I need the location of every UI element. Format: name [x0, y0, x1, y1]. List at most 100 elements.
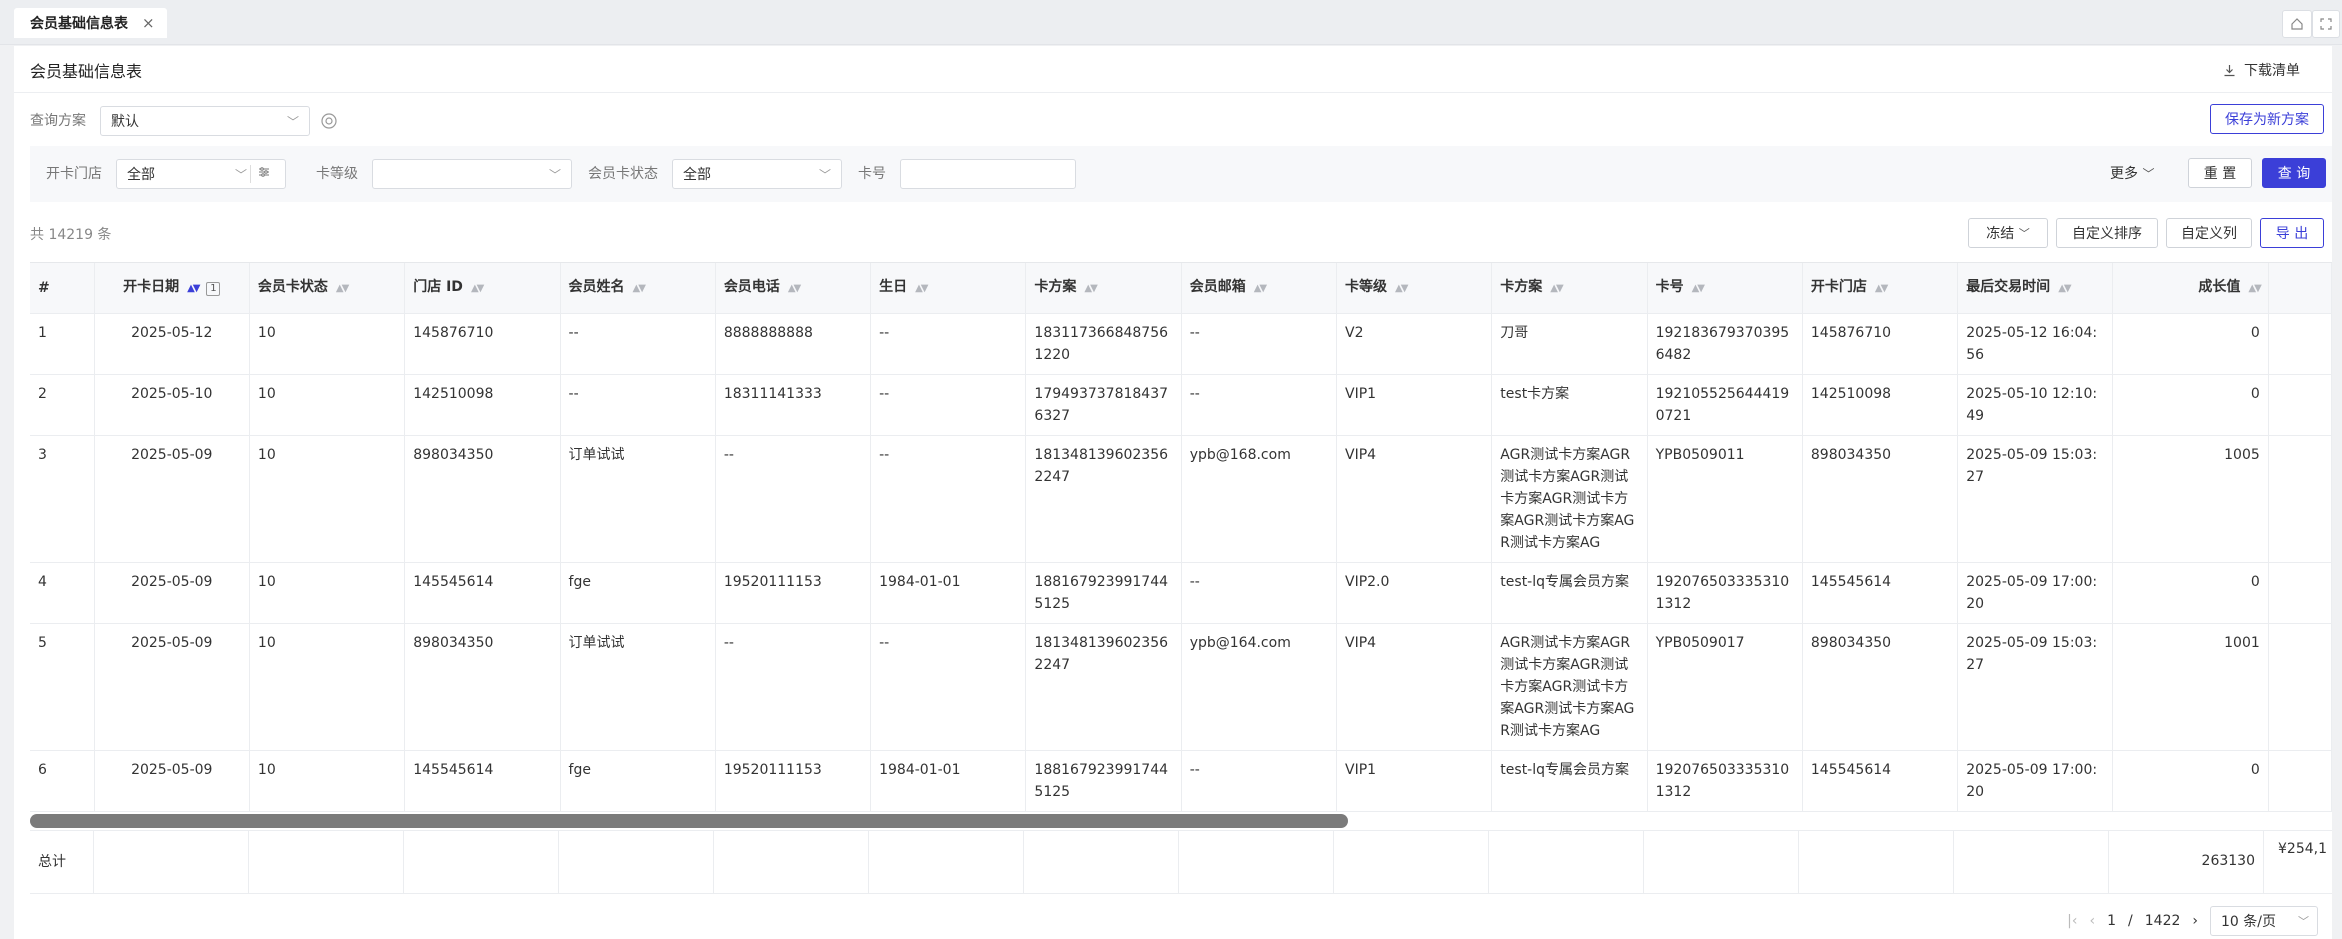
column-header[interactable]: 最后交易时间 ▲▼	[1957, 263, 2114, 314]
table-row[interactable]: 2 2025-05-10 10 142510098 -- 18311141333 -- 179…	[30, 374, 2332, 436]
level-filter-select[interactable]: ﹀	[372, 159, 572, 189]
home-icon[interactable]	[2282, 10, 2312, 38]
close-icon[interactable]: ×	[142, 14, 155, 32]
table-cell: --	[1181, 750, 1338, 812]
sort-icon[interactable]: ▲▼	[471, 283, 484, 294]
chevron-down-icon: ﹀	[818, 168, 831, 182]
table-cell: --	[870, 313, 1027, 375]
column-header[interactable]: 会员邮箱 ▲▼	[1181, 263, 1338, 314]
table-cell: 145876710	[404, 313, 561, 375]
table-row[interactable]: 1 2025-05-12 10 145876710 -- 8888888888 -- 1831…	[30, 313, 2332, 375]
save-new-scheme-button[interactable]: 保存为新方案	[2210, 104, 2324, 134]
sort-icon[interactable]: ▲▼	[1875, 283, 1888, 294]
freeze-button[interactable]: 冻结 ﹀	[1968, 218, 2048, 248]
table-cell: 2025-05-09 15:03:27	[1957, 435, 2114, 563]
table-row[interactable]: 5 2025-05-09 10 898034350 订单试试 -- -- 1813481396…	[30, 623, 2332, 751]
table-cell: 10	[249, 374, 406, 436]
column-header[interactable]: 卡号 ▲▼	[1647, 263, 1803, 314]
table-cell-overflow	[2268, 562, 2332, 624]
card-no-input[interactable]	[900, 159, 1076, 189]
more-filters-toggle[interactable]: 更多 ﹀	[2110, 163, 2154, 183]
column-header: #	[30, 263, 95, 314]
sort-icon[interactable]: ▲▼	[633, 283, 646, 294]
sort-icon[interactable]: ▲▼	[1084, 283, 1097, 294]
table-cell-overflow	[2268, 623, 2332, 751]
settings-icon[interactable]	[320, 112, 338, 134]
table-cell: 1881679239917445125	[1025, 750, 1182, 812]
sort-icon[interactable]: ▲▼	[788, 283, 801, 294]
table-row[interactable]: 3 2025-05-09 10 898034350 订单试试 -- -- 1813481396…	[30, 435, 2332, 563]
table-cell: 2025-05-10 12:10:49	[1957, 374, 2114, 436]
table-cell: VIP1	[1336, 750, 1493, 812]
chevron-down-icon: ﹀	[2298, 915, 2309, 928]
sort-icon[interactable]: ▲▼	[2248, 283, 2261, 294]
column-header[interactable]: 卡方案 ▲▼	[1025, 263, 1182, 314]
column-header[interactable]: 开卡日期 ▲▼ 1	[94, 263, 250, 314]
table-cell: YPB0509011	[1647, 435, 1803, 563]
table-cell: 4	[30, 562, 95, 624]
column-header[interactable]: 会员电话 ▲▼	[715, 263, 872, 314]
page-size-select[interactable]: 10 条/页 ﹀	[2210, 906, 2318, 936]
filter-options-icon[interactable]	[250, 165, 279, 183]
download-list-button[interactable]: 下载清单	[2223, 60, 2300, 80]
tab-member-info[interactable]: 会员基础信息表 ×	[14, 8, 167, 38]
table-cell: VIP2.0	[1336, 562, 1493, 624]
sort-icon[interactable]: ▲▼	[2058, 283, 2071, 294]
column-header[interactable]: 生日 ▲▼	[870, 263, 1027, 314]
table-row[interactable]: 6 2025-05-09 10 145545614 fge 19520111153 1984…	[30, 750, 2332, 812]
column-header[interactable]: 卡方案 ▲▼	[1491, 263, 1648, 314]
table-cell: 1920765033353101312	[1647, 750, 1803, 812]
prev-page-icon[interactable]: ‹	[2090, 913, 2096, 929]
column-header[interactable]: 卡等级 ▲▼	[1336, 263, 1493, 314]
current-page[interactable]: 1	[2107, 913, 2116, 929]
fullscreen-icon[interactable]	[2312, 10, 2340, 38]
column-header[interactable]: 会员卡状态 ▲▼	[249, 263, 406, 314]
column-header-overflow	[2268, 263, 2332, 314]
query-scheme-select[interactable]: 默认 ﹀	[100, 106, 310, 136]
table-cell: --	[560, 313, 716, 375]
table-cell: 2025-05-09	[94, 623, 250, 751]
table-cell: 3	[30, 435, 95, 563]
column-header[interactable]: 开卡门店 ▲▼	[1802, 263, 1959, 314]
query-scheme-label: 查询方案	[30, 113, 86, 129]
status-filter-select[interactable]: 全部 ﹀	[672, 159, 842, 189]
sort-icon[interactable]: ▲▼	[336, 283, 349, 294]
table-cell-overflow	[2268, 313, 2332, 375]
horizontal-scrollbar[interactable]	[30, 814, 1348, 828]
table-cell: 10	[249, 313, 406, 375]
sort-icon[interactable]: ▲▼	[187, 283, 200, 294]
table-cell: 6	[30, 750, 95, 812]
table-cell: 订单试试	[560, 435, 716, 563]
table-cell: ypb@168.com	[1181, 435, 1338, 563]
search-button[interactable]: 查 询	[2262, 158, 2326, 188]
column-header[interactable]: 成长值 ▲▼	[2112, 263, 2269, 314]
table-cell: 2025-05-12 16:04:56	[1957, 313, 2114, 375]
tab-label: 会员基础信息表	[30, 16, 128, 32]
table-cell: 10	[249, 435, 406, 563]
table-row[interactable]: 4 2025-05-09 10 145545614 fge 19520111153 1984…	[30, 562, 2332, 624]
table-cell: 1920765033353101312	[1647, 562, 1803, 624]
table-cell: 898034350	[404, 623, 561, 751]
column-header[interactable]: 门店 ID ▲▼	[404, 263, 561, 314]
store-filter-select[interactable]: 全部 ﹀	[116, 159, 286, 189]
sort-icon[interactable]: ▲▼	[1692, 283, 1705, 294]
divider	[14, 92, 2332, 93]
total-pages: 1422	[2144, 913, 2181, 929]
custom-columns-button[interactable]: 自定义列	[2166, 218, 2252, 248]
sort-icon[interactable]: ▲▼	[1550, 283, 1563, 294]
first-page-icon[interactable]: |‹	[2067, 913, 2077, 929]
sort-icon[interactable]: ▲▼	[915, 283, 928, 294]
download-icon	[2224, 64, 2235, 76]
custom-sort-button[interactable]: 自定义排序	[2056, 218, 2158, 248]
sort-icon[interactable]: ▲▼	[1395, 283, 1408, 294]
tab-bar: 会员基础信息表 ×	[0, 0, 2342, 45]
sort-icon[interactable]: ▲▼	[1254, 283, 1267, 294]
chevron-down-icon: ﹀	[2018, 227, 2030, 240]
table-cell: 0	[2112, 562, 2269, 624]
column-header[interactable]: 会员姓名 ▲▼	[560, 263, 716, 314]
next-page-icon[interactable]: ›	[2192, 913, 2198, 929]
table-cell: 1984-01-01	[870, 750, 1027, 812]
export-button[interactable]: 导 出	[2260, 218, 2324, 248]
chevron-down-icon: ﹀	[286, 115, 299, 129]
reset-button[interactable]: 重 置	[2188, 158, 2252, 188]
